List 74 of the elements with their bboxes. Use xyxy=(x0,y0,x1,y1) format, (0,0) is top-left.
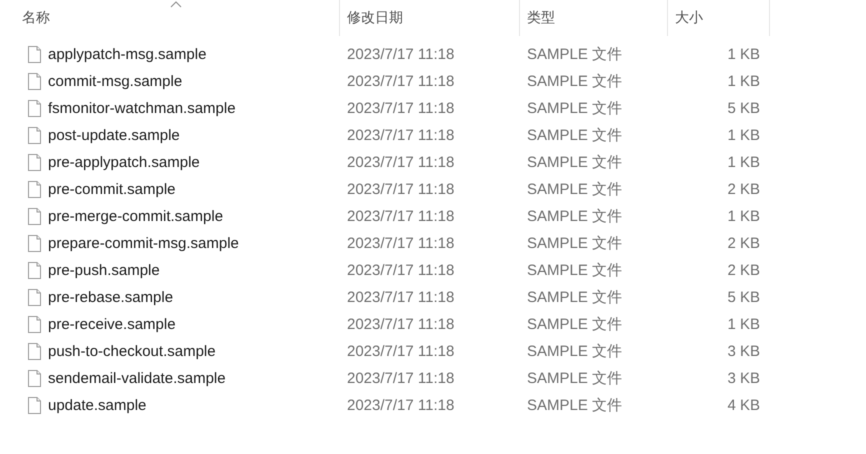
file-type: SAMPLE 文件 xyxy=(527,289,622,306)
file-name[interactable]: pre-push.sample xyxy=(48,262,160,279)
file-size: 1 KB xyxy=(727,208,760,225)
modified-date: 2023/7/17 11:18 xyxy=(347,154,454,171)
file-size: 1 KB xyxy=(727,73,760,90)
modified-date: 2023/7/17 11:18 xyxy=(347,343,454,360)
file-size: 1 KB xyxy=(727,46,760,63)
file-name[interactable]: pre-applypatch.sample xyxy=(48,154,200,171)
modified-date: 2023/7/17 11:18 xyxy=(347,100,454,117)
file-size: 4 KB xyxy=(727,397,760,414)
file-size: 3 KB xyxy=(727,370,760,387)
file-type: SAMPLE 文件 xyxy=(527,127,622,144)
file-name[interactable]: applypatch-msg.sample xyxy=(48,46,206,63)
column-header[interactable]: 类型 xyxy=(520,0,668,36)
file-icon xyxy=(28,262,41,279)
file-name[interactable]: pre-receive.sample xyxy=(48,316,176,333)
file-name[interactable]: pre-rebase.sample xyxy=(48,289,174,306)
file-size: 2 KB xyxy=(727,262,760,279)
file-icon xyxy=(28,46,41,63)
file-name[interactable]: pre-merge-commit.sample xyxy=(48,208,224,225)
file-size: 3 KB xyxy=(727,343,760,360)
file-icon xyxy=(28,73,41,90)
modified-date: 2023/7/17 11:18 xyxy=(347,370,454,387)
modified-date: 2023/7/17 11:18 xyxy=(347,127,454,144)
file-icon xyxy=(28,343,41,360)
file-size: 1 KB xyxy=(727,316,760,333)
file-type: SAMPLE 文件 xyxy=(527,73,622,90)
column-header[interactable]: 修改日期 xyxy=(340,0,520,36)
modified-date: 2023/7/17 11:18 xyxy=(347,316,454,333)
modified-date: 2023/7/17 11:18 xyxy=(347,235,454,252)
modified-date: 2023/7/17 11:18 xyxy=(347,46,454,63)
file-size: 1 KB xyxy=(727,127,760,144)
file-size: 2 KB xyxy=(727,235,760,252)
file-type: SAMPLE 文件 xyxy=(527,181,622,198)
file-icon xyxy=(28,127,41,144)
modified-date: 2023/7/17 11:18 xyxy=(347,289,454,306)
file-type: SAMPLE 文件 xyxy=(527,343,622,360)
file-icon xyxy=(28,235,41,252)
file-icon xyxy=(28,208,41,225)
file-size: 5 KB xyxy=(727,100,760,117)
file-name[interactable]: update.sample xyxy=(48,397,146,414)
file-type: SAMPLE 文件 xyxy=(527,100,622,117)
file-size: 5 KB xyxy=(727,289,760,306)
file-icon xyxy=(28,154,41,171)
file-type: SAMPLE 文件 xyxy=(527,235,622,252)
file-icon xyxy=(28,181,41,198)
modified-date: 2023/7/17 11:18 xyxy=(347,73,454,90)
file-type: SAMPLE 文件 xyxy=(527,316,622,333)
file-icon xyxy=(28,289,41,306)
file-name[interactable]: commit-msg.sample xyxy=(48,73,182,90)
file-name[interactable]: fsmonitor-watchman.sample xyxy=(48,100,236,117)
file-type: SAMPLE 文件 xyxy=(527,208,622,225)
file-type: SAMPLE 文件 xyxy=(527,370,622,387)
modified-date: 2023/7/17 11:18 xyxy=(347,262,454,279)
column-header[interactable]: 大小 xyxy=(668,0,770,36)
file-size: 2 KB xyxy=(727,181,760,198)
modified-date: 2023/7/17 11:18 xyxy=(347,397,454,414)
file-name[interactable]: post-update.sample xyxy=(48,127,180,144)
file-icon xyxy=(28,100,41,117)
file-type: SAMPLE 文件 xyxy=(527,262,622,279)
file-name[interactable]: sendemail-validate.sample xyxy=(48,370,226,387)
file-name[interactable]: prepare-commit-msg.sample xyxy=(48,235,239,252)
file-name[interactable]: push-to-checkout.sample xyxy=(48,343,216,360)
file-icon xyxy=(28,316,41,333)
file-size: 1 KB xyxy=(727,154,760,171)
file-icon xyxy=(28,370,41,387)
modified-date: 2023/7/17 11:18 xyxy=(347,181,454,198)
file-type: SAMPLE 文件 xyxy=(527,397,622,414)
column-header[interactable]: 名称 xyxy=(0,0,340,36)
file-icon xyxy=(28,397,41,414)
modified-date: 2023/7/17 11:18 xyxy=(347,208,454,225)
file-type: SAMPLE 文件 xyxy=(527,154,622,171)
file-type: SAMPLE 文件 xyxy=(527,46,622,63)
file-name[interactable]: pre-commit.sample xyxy=(48,181,176,198)
